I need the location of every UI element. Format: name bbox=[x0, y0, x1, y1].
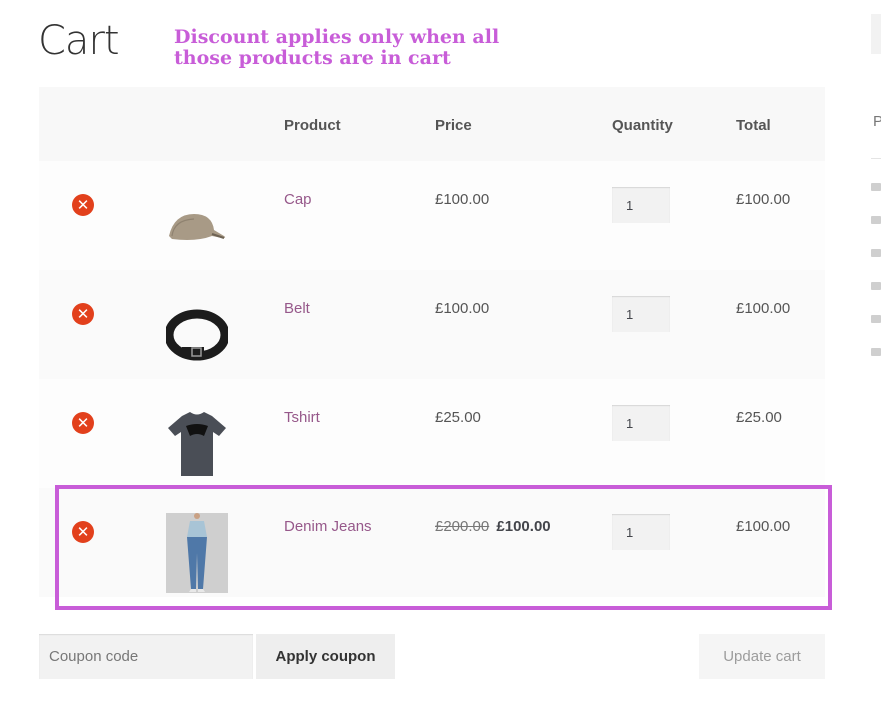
update-cart-button[interactable]: Update cart bbox=[699, 634, 825, 679]
quantity-input-denim-jeans[interactable] bbox=[612, 514, 670, 550]
folder-icon bbox=[871, 216, 881, 224]
folder-icon bbox=[871, 348, 881, 356]
folder-icon bbox=[871, 249, 881, 257]
product-link-denim-jeans[interactable]: Denim Jeans bbox=[284, 518, 372, 535]
product-link-tshirt[interactable]: Tshirt bbox=[284, 409, 320, 426]
coupon-code-input[interactable] bbox=[39, 634, 253, 679]
quantity-input-belt[interactable] bbox=[612, 296, 670, 332]
total-tshirt: £25.00 bbox=[736, 409, 782, 426]
product-link-belt[interactable]: Belt bbox=[284, 300, 310, 317]
sidebar-search-field[interactable] bbox=[871, 14, 881, 54]
remove-x-icon[interactable]: ✕ bbox=[72, 194, 94, 216]
page-title: Cart bbox=[38, 18, 120, 64]
total-cap: £100.00 bbox=[736, 191, 791, 208]
cart-table: Product Price Quantity Total ✕ Cap £100.… bbox=[39, 87, 825, 597]
price-cap: £100.00 bbox=[435, 191, 490, 208]
quantity-input-cap[interactable] bbox=[612, 187, 670, 223]
total-denim-jeans: £100.00 bbox=[736, 518, 791, 535]
remove-x-icon[interactable]: ✕ bbox=[72, 521, 94, 543]
header-price: Price bbox=[435, 117, 472, 134]
table-header: Product Price Quantity Total bbox=[39, 87, 825, 161]
annotation-line-1: Discount applies only when all bbox=[174, 26, 500, 48]
product-link-cap[interactable]: Cap bbox=[284, 191, 312, 208]
folder-icon bbox=[871, 315, 881, 323]
remove-x-icon[interactable]: ✕ bbox=[72, 412, 94, 434]
price-belt: £100.00 bbox=[435, 300, 490, 317]
folder-icon bbox=[871, 282, 881, 290]
table-row: ✕ Belt £100.00 £100.00 bbox=[39, 270, 825, 379]
price-tshirt: £25.00 bbox=[435, 409, 481, 426]
cap-image bbox=[169, 214, 226, 240]
price-denim-jeans: £200.00 £100.00 bbox=[435, 518, 551, 535]
apply-coupon-button[interactable]: Apply coupon bbox=[256, 634, 395, 679]
belt-image bbox=[166, 309, 228, 361]
discounted-price: £100.00 bbox=[496, 518, 551, 535]
discount-annotation: Discount applies only when all those pro… bbox=[174, 27, 499, 69]
header-product: Product bbox=[284, 117, 341, 134]
table-row: ✕ Cap £100.00 £100.00 bbox=[39, 161, 825, 270]
remove-x-icon[interactable]: ✕ bbox=[72, 303, 94, 325]
quantity-input-tshirt[interactable] bbox=[612, 405, 670, 441]
original-price: £200.00 bbox=[435, 518, 490, 535]
table-row: ✕ Tshirt £25.00 £25.00 bbox=[39, 379, 825, 488]
sidebar-divider bbox=[871, 158, 881, 159]
jeans-image bbox=[166, 513, 228, 593]
header-quantity: Quantity bbox=[612, 117, 673, 134]
header-total: Total bbox=[736, 117, 771, 134]
total-belt: £100.00 bbox=[736, 300, 791, 317]
annotation-line-2: those products are in cart bbox=[174, 47, 451, 69]
sidebar-heading: P bbox=[873, 113, 881, 130]
table-row: ✕ Denim Jeans £200.00 £100.00 £100.00 bbox=[39, 488, 825, 597]
tshirt-image bbox=[168, 412, 226, 476]
folder-icon bbox=[871, 183, 881, 191]
